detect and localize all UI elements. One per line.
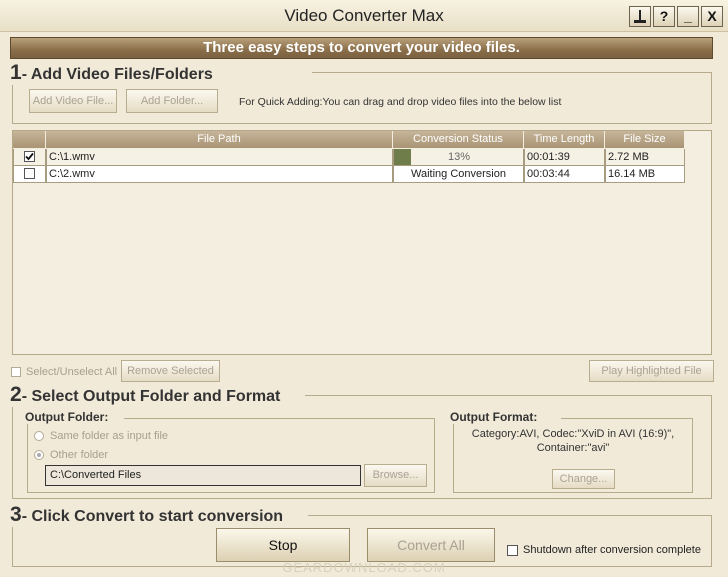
pin-icon[interactable] <box>629 6 651 27</box>
output-folder-title: Output Folder: <box>22 410 112 424</box>
play-highlighted-file-button[interactable]: Play Highlighted File <box>589 360 714 382</box>
convert-all-button[interactable]: Convert All <box>367 528 495 562</box>
same-folder-label[interactable]: Same folder as input file <box>50 430 168 442</box>
remove-selected-button[interactable]: Remove Selected <box>121 360 220 382</box>
table-row-time[interactable]: 00:03:44 <box>524 166 605 183</box>
column-header-file-path[interactable]: File Path <box>46 131 393 148</box>
step2-number: 2 <box>10 383 22 406</box>
step1-heading: 1- Add Video Files/Folders <box>10 61 217 85</box>
step3-title: - Click Convert to start conversion <box>21 508 284 525</box>
format-category-codec: Category:AVI, Codec:"XviD in AVI (16:9)"… <box>471 428 675 440</box>
step1-divider <box>312 72 712 73</box>
shutdown-checkbox[interactable] <box>507 545 518 556</box>
row-checkbox[interactable] <box>24 168 35 179</box>
table-row-path[interactable]: C:\1.wmv <box>46 149 393 166</box>
step3-divider <box>308 515 712 516</box>
table-row-path[interactable]: C:\2.wmv <box>46 166 393 183</box>
table-row-checkbox-cell <box>13 166 46 183</box>
add-folder-button[interactable]: Add Folder... <box>126 89 218 113</box>
output-format-divider <box>561 418 693 419</box>
change-format-button[interactable]: Change... <box>552 469 615 489</box>
window-title: Video Converter Max <box>284 6 444 25</box>
stop-button[interactable]: Stop <box>216 528 350 562</box>
select-all-label[interactable]: Select/Unselect All <box>26 366 117 378</box>
step2-divider <box>305 395 712 396</box>
column-header-check <box>13 131 46 148</box>
table-row-checkbox-cell <box>13 149 46 166</box>
table-row-time[interactable]: 00:01:39 <box>524 149 605 166</box>
step2-heading: 2- Select Output Folder and Format <box>10 383 285 407</box>
radio-dot-icon <box>37 453 41 457</box>
quick-add-hint: For Quick Adding:You can drag and drop v… <box>239 96 562 108</box>
output-folder-divider <box>124 418 435 419</box>
add-video-file-button[interactable]: Add Video File... <box>29 89 117 113</box>
table-row-status[interactable]: 13% <box>393 149 524 166</box>
progress-text: 13% <box>447 151 471 163</box>
column-header-time-length[interactable]: Time Length <box>524 131 605 148</box>
step2-title: - Select Output Folder and Format <box>21 388 281 405</box>
table-row-size[interactable]: 16.14 MB <box>605 166 685 183</box>
browse-button[interactable]: Browse... <box>364 464 427 487</box>
output-folder-path[interactable]: C:\Converted Files <box>45 465 361 486</box>
other-folder-label[interactable]: Other folder <box>50 449 108 461</box>
same-folder-radio[interactable] <box>34 431 44 441</box>
close-button[interactable]: X <box>701 6 723 27</box>
row-checkbox[interactable] <box>24 151 35 162</box>
column-header-conversion-status[interactable]: Conversion Status <box>393 131 524 148</box>
table-row-size[interactable]: 2.72 MB <box>605 149 685 166</box>
step3-heading: 3- Click Convert to start conversion <box>10 503 288 527</box>
minimize-button[interactable]: _ <box>677 6 699 27</box>
banner: Three easy steps to convert your video f… <box>10 37 713 59</box>
help-button[interactable]: ? <box>653 6 675 27</box>
select-all-checkbox[interactable] <box>11 367 21 377</box>
output-format-title: Output Format: <box>447 410 541 424</box>
column-header-file-size[interactable]: File Size <box>605 131 685 148</box>
format-container: Container:"avi" <box>536 442 610 454</box>
other-folder-radio[interactable] <box>34 450 44 460</box>
step1-number: 1 <box>10 61 22 84</box>
watermark: GEARDOWNLOAD.COM <box>282 560 446 575</box>
shutdown-label[interactable]: Shutdown after conversion complete <box>523 544 701 556</box>
step1-title: - Add Video Files/Folders <box>21 66 213 83</box>
step3-number: 3 <box>10 503 22 526</box>
table-row-status[interactable]: Waiting Conversion <box>393 166 524 183</box>
